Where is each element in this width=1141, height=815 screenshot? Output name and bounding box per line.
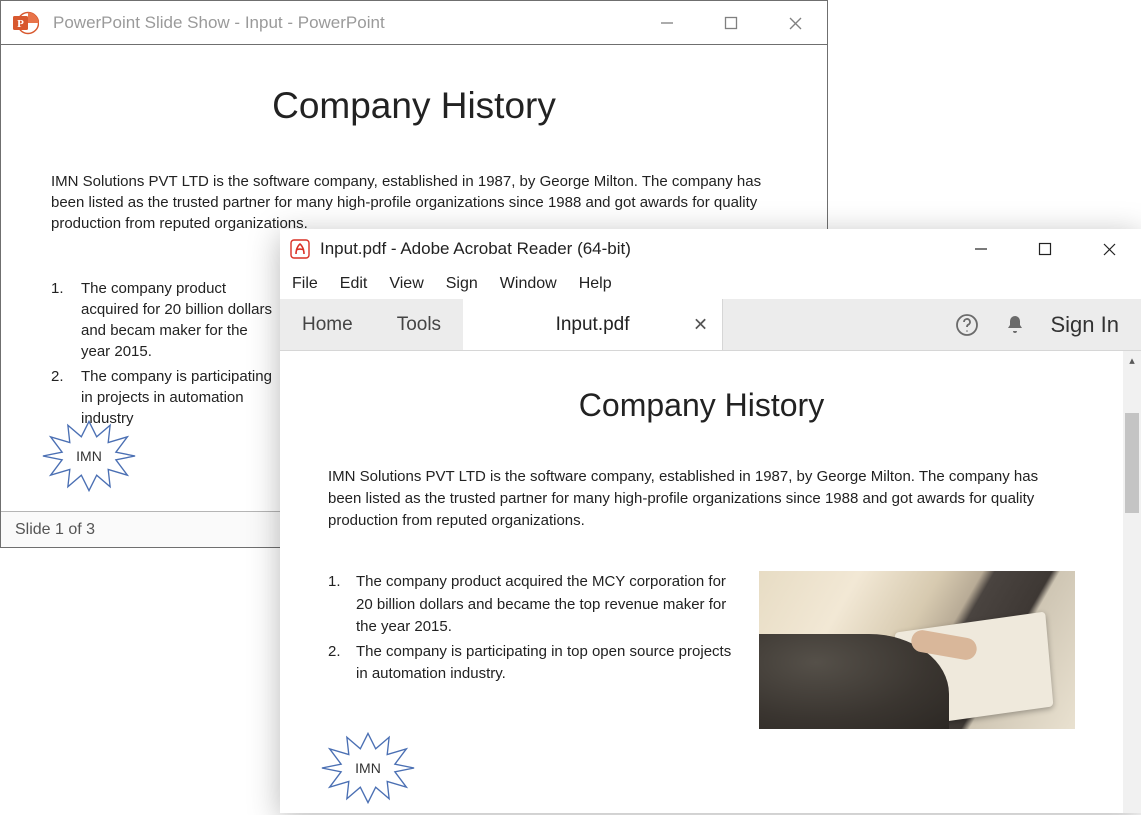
acrobat-icon bbox=[290, 239, 310, 259]
pdf-heading: Company History bbox=[328, 387, 1075, 424]
powerpoint-titlebar[interactable]: P PowerPoint Slide Show - Input - PowerP… bbox=[1, 1, 827, 45]
menu-help[interactable]: Help bbox=[579, 275, 612, 293]
toolbar-right: Sign In bbox=[955, 299, 1141, 350]
acrobat-toolbar: Home Tools Input.pdf ✕ Sign In bbox=[280, 299, 1141, 351]
item-number: 2. bbox=[328, 641, 356, 686]
starburst-label: IMN bbox=[41, 448, 137, 464]
list-item: 1. The company product acquired the MCY … bbox=[328, 571, 739, 639]
pdf-description: IMN Solutions PVT LTD is the software co… bbox=[328, 466, 1075, 531]
powerpoint-title-text: PowerPoint Slide Show - Input - PowerPoi… bbox=[53, 13, 385, 33]
menu-file[interactable]: File bbox=[292, 275, 318, 293]
pdf-columns: 1. The company product acquired the MCY … bbox=[328, 571, 1075, 729]
acrobat-window: Input.pdf - Adobe Acrobat Reader (64-bit… bbox=[280, 229, 1141, 813]
tools-button[interactable]: Tools bbox=[375, 299, 463, 350]
acrobat-menubar: File Edit View Sign Window Help bbox=[280, 269, 1141, 299]
slide-counter: Slide 1 of 3 bbox=[15, 521, 95, 539]
svg-text:P: P bbox=[17, 18, 24, 30]
bell-icon[interactable] bbox=[1003, 313, 1027, 337]
pdf-page[interactable]: Company History IMN Solutions PVT LTD is… bbox=[280, 351, 1123, 813]
list-item: 2. The company is participating in top o… bbox=[328, 641, 739, 686]
acrobat-title-text: Input.pdf - Adobe Acrobat Reader (64-bit… bbox=[320, 239, 631, 259]
menu-view[interactable]: View bbox=[389, 275, 423, 293]
acrobat-window-controls bbox=[949, 229, 1141, 269]
acrobat-document-viewport: Company History IMN Solutions PVT LTD is… bbox=[280, 351, 1141, 813]
home-button[interactable]: Home bbox=[280, 299, 375, 350]
help-icon[interactable] bbox=[955, 313, 979, 337]
maximize-button[interactable] bbox=[1013, 229, 1077, 269]
tab-close-icon[interactable]: ✕ bbox=[693, 314, 708, 335]
minimize-button[interactable] bbox=[635, 1, 699, 45]
close-button[interactable] bbox=[1077, 229, 1141, 269]
starburst-shape: IMN bbox=[320, 731, 416, 805]
scroll-up-icon[interactable]: ▴ bbox=[1123, 351, 1141, 369]
menu-window[interactable]: Window bbox=[500, 275, 557, 293]
close-button[interactable] bbox=[763, 1, 827, 45]
powerpoint-window-controls bbox=[635, 1, 827, 45]
document-tab-label: Input.pdf bbox=[556, 314, 630, 336]
acrobat-titlebar[interactable]: Input.pdf - Adobe Acrobat Reader (64-bit… bbox=[280, 229, 1141, 269]
minimize-button[interactable] bbox=[949, 229, 1013, 269]
item-number: 1. bbox=[51, 278, 81, 362]
menu-sign[interactable]: Sign bbox=[446, 275, 478, 293]
maximize-button[interactable] bbox=[699, 1, 763, 45]
slide-description: IMN Solutions PVT LTD is the software co… bbox=[51, 171, 777, 234]
slide-heading: Company History bbox=[51, 85, 777, 127]
vertical-scrollbar[interactable]: ▴ bbox=[1123, 351, 1141, 813]
starburst-label: IMN bbox=[320, 760, 416, 776]
item-number: 1. bbox=[328, 571, 356, 639]
powerpoint-icon: P bbox=[11, 9, 39, 37]
item-text: The company product acquired the MCY cor… bbox=[356, 571, 739, 639]
document-tab[interactable]: Input.pdf ✕ bbox=[463, 299, 723, 350]
pdf-illustration bbox=[759, 571, 1075, 729]
sign-in-button[interactable]: Sign In bbox=[1051, 312, 1120, 338]
item-text: The company is participating in top open… bbox=[356, 641, 739, 686]
pdf-list: 1. The company product acquired the MCY … bbox=[328, 571, 739, 688]
menu-edit[interactable]: Edit bbox=[340, 275, 368, 293]
scrollbar-thumb[interactable] bbox=[1125, 413, 1139, 513]
starburst-shape: IMN bbox=[41, 419, 137, 493]
